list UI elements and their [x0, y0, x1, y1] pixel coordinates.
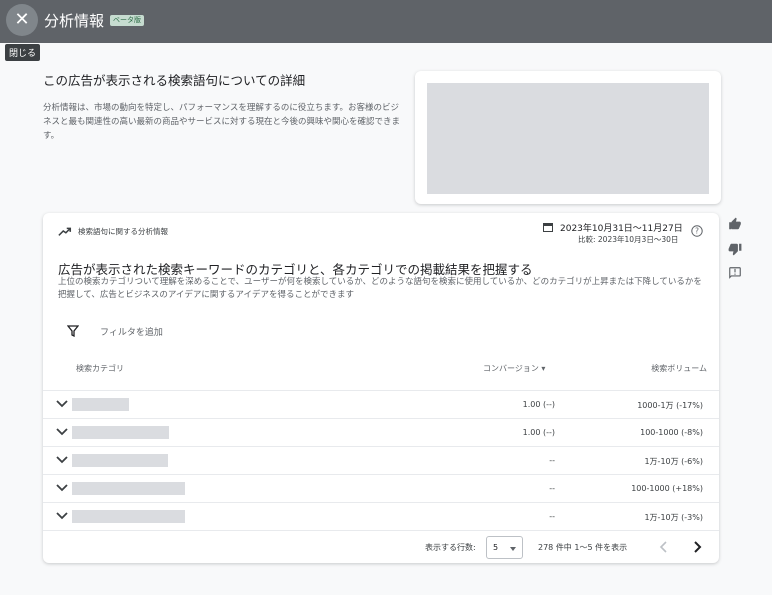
- volume-value: 1万-10万 (-3%): [644, 513, 703, 522]
- dropdown-arrow-icon: [510, 547, 516, 551]
- table-row: -- 1万-10万 (-6%): [43, 446, 719, 474]
- thumb-down-icon[interactable]: [728, 241, 742, 260]
- svg-text:?: ?: [695, 227, 699, 236]
- add-filter-button[interactable]: フィルタを追加: [100, 325, 163, 338]
- intro-title: この広告が表示される検索語句についての詳細: [43, 73, 306, 88]
- top-bar: ✕ 分析情報 ベータ版: [0, 0, 772, 43]
- search-insights-card: 検索語句に関する分析情報 2023年10月31日～11月27日 比較: 2023…: [43, 213, 719, 563]
- volume-value: 1万-10万 (-6%): [644, 457, 703, 466]
- table-row: 1.00 (--) 100-1000 (-8%): [43, 418, 719, 446]
- table-row: -- 1万-10万 (-3%): [43, 502, 719, 530]
- card-header: 検索語句に関する分析情報 2023年10月31日～11月27日 比較: 2023…: [43, 213, 719, 249]
- chevron-left-icon[interactable]: [657, 540, 671, 554]
- conversion-value: --: [549, 512, 555, 521]
- conversion-value: --: [549, 456, 555, 465]
- chevron-down-icon[interactable]: [56, 512, 68, 520]
- calendar-icon[interactable]: [543, 222, 553, 232]
- table-footer-divider: [43, 530, 719, 531]
- conversion-value: 1.00 (--): [522, 400, 555, 409]
- help-icon[interactable]: ?: [691, 225, 703, 237]
- close-button[interactable]: ✕: [6, 4, 38, 36]
- column-header-conversion[interactable]: コンバージョン ▾: [483, 363, 545, 374]
- chevron-down-icon[interactable]: [56, 428, 68, 436]
- report-icon[interactable]: [728, 265, 742, 284]
- pagination-range: 278 件中 1～5 件を表示: [538, 543, 628, 552]
- chevron-down-icon[interactable]: [56, 484, 68, 492]
- intro-description: 分析情報は、市場の動向を特定し、パフォーマンスを理解するのに役立ちます。お客様の…: [43, 103, 401, 141]
- card-description: 上位の検索カテゴリついて理解を深めることで、ユーザーが何を検索しているか、どのよ…: [58, 277, 702, 300]
- volume-value: 100-1000 (+18%): [631, 484, 703, 493]
- thumb-up-icon[interactable]: [728, 216, 742, 235]
- ad-preview-image: [427, 83, 709, 194]
- beta-badge: ベータ版: [110, 15, 144, 26]
- filter-icon[interactable]: [67, 325, 79, 337]
- close-tooltip: 閉じる: [5, 44, 41, 61]
- rows-per-page-label: 表示する行数:: [425, 543, 476, 552]
- redacted-category: [72, 398, 129, 411]
- date-range[interactable]: 2023年10月31日～11月27日: [560, 221, 683, 234]
- chevron-down-icon[interactable]: [56, 456, 68, 464]
- chevron-right-icon[interactable]: [690, 540, 704, 554]
- redacted-category: [72, 426, 169, 439]
- chevron-down-icon[interactable]: [56, 400, 68, 408]
- table-row: 1.00 (--) 1000-1万 (-17%): [43, 390, 719, 418]
- rows-per-page-select[interactable]: 5: [486, 536, 523, 559]
- rows-per-page-value: 5: [493, 543, 499, 552]
- column-header-category: 検索カテゴリ: [76, 364, 124, 373]
- column-header-volume: 検索ボリューム: [651, 364, 707, 373]
- compare-range: 比較: 2023年10月3日～30日: [578, 235, 679, 244]
- volume-value: 100-1000 (-8%): [640, 428, 703, 437]
- close-icon: ✕: [14, 9, 30, 30]
- redacted-category: [72, 482, 185, 495]
- volume-value: 1000-1万 (-17%): [637, 401, 703, 410]
- conversion-value: --: [549, 484, 555, 493]
- redacted-category: [72, 454, 168, 467]
- ad-preview-card: [415, 71, 721, 204]
- card-header-label: 検索語句に関する分析情報: [78, 227, 168, 236]
- page-title: 分析情報: [44, 12, 105, 30]
- table-row: -- 100-1000 (+18%): [43, 474, 719, 502]
- conversion-value: 1.00 (--): [522, 428, 555, 437]
- trending-up-icon: [58, 227, 72, 236]
- redacted-category: [72, 510, 185, 523]
